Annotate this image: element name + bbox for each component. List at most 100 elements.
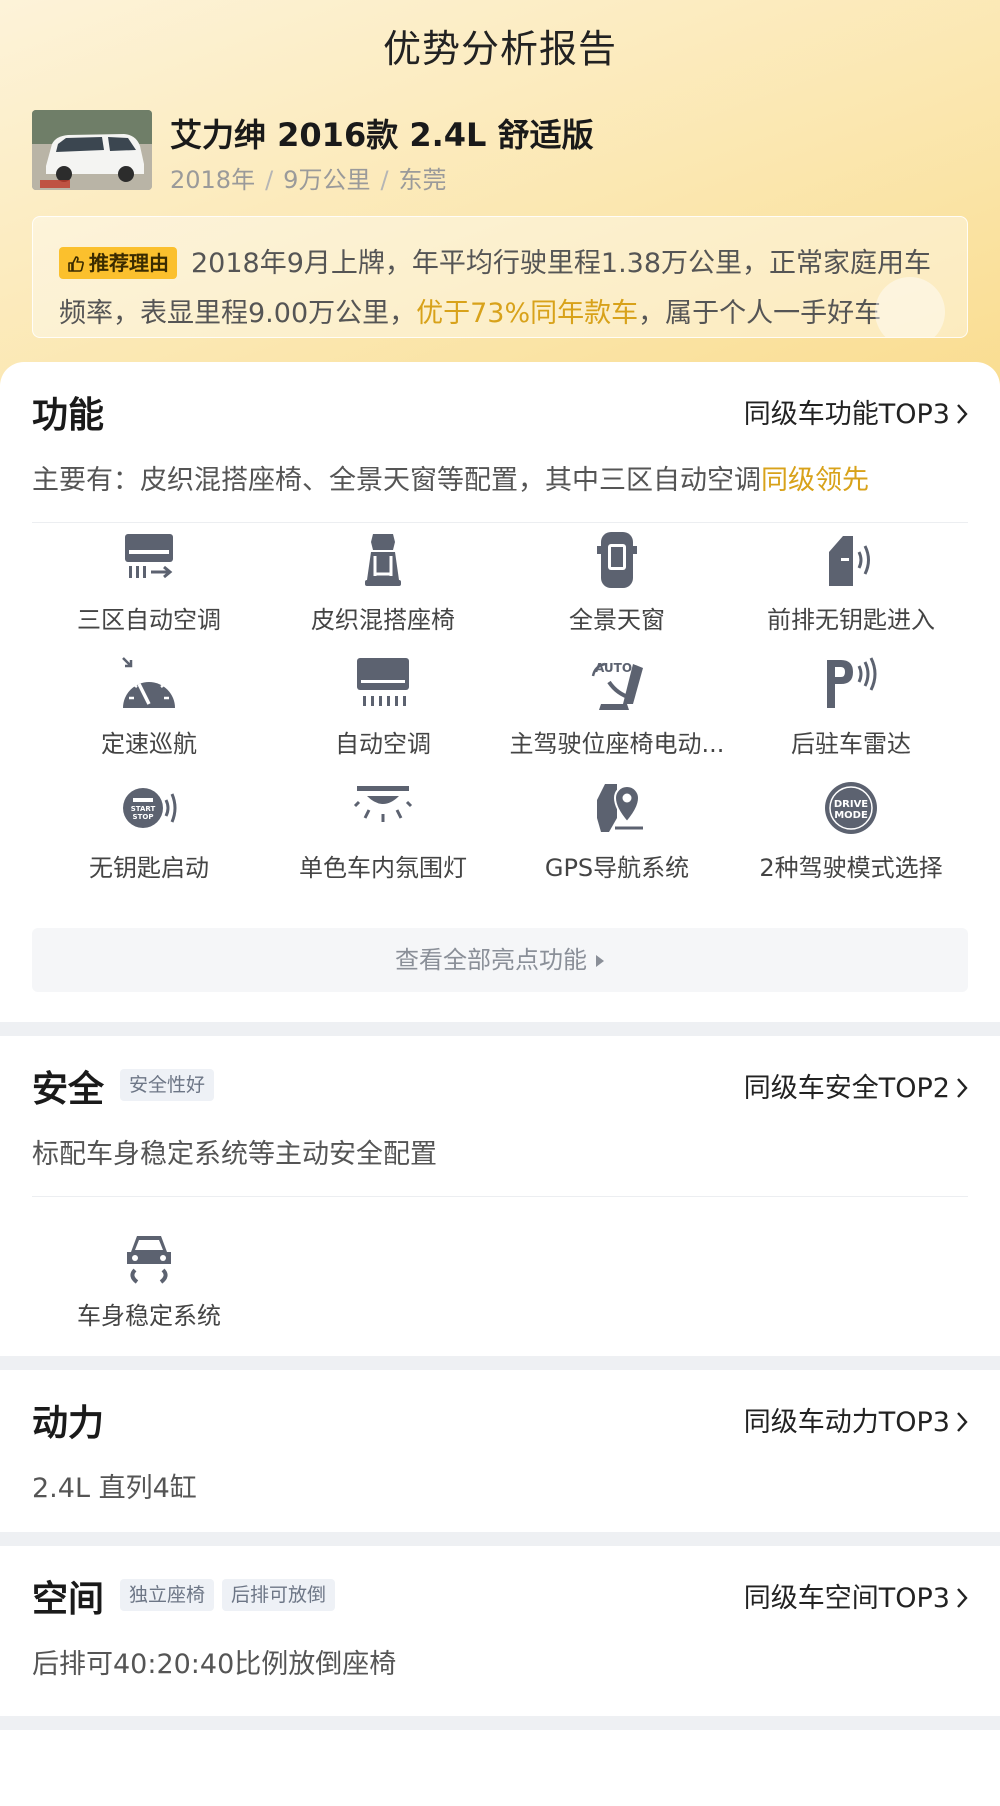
svg-text:MODE: MODE (834, 810, 868, 821)
car-mileage: 9万公里 (283, 166, 371, 194)
safety-tags: 安全性好 (120, 1069, 222, 1101)
safety-tag: 安全性好 (120, 1069, 215, 1101)
feature-label: 皮织混搭座椅 (311, 606, 455, 634)
feature-item[interactable]: DRIVE MODE 2种驾驶模式选择 (734, 778, 968, 890)
feature-item[interactable]: 后驻车雷达 (734, 654, 968, 766)
space-top-link[interactable]: 同级车空间TOP3 (744, 1576, 968, 1615)
function-desc-prefix: 主要有：皮织混搭座椅、全景天窗等配置，其中三区自动空调 (32, 465, 761, 496)
power-section: 动力 同级车动力TOP3 2.4L 直列4缸 (0, 1370, 1000, 1532)
reason-highlight: 优于73%同年款车 (416, 298, 639, 329)
view-all-features-button[interactable]: 查看全部亮点功能 (32, 928, 968, 992)
view-all-features-label: 查看全部亮点功能 (395, 946, 587, 974)
chevron-right-icon (957, 1588, 968, 1608)
safety-top-link[interactable]: 同级车安全TOP2 (744, 1066, 968, 1105)
auto-ac-icon (357, 658, 409, 706)
feature-label: 全景天窗 (569, 606, 665, 634)
header-hero: 优势分析报告 艾力绅 2016款 2.4L 舒适版 2018年/9万公里 / 东莞 … (0, 0, 1000, 420)
feature-item[interactable]: AUTO 主驾驶位座椅电动... (500, 654, 734, 766)
safety-header: 安全 安全性好 同级车安全TOP2 (32, 1060, 968, 1110)
cruise-control-icon (122, 657, 175, 708)
feature-item[interactable]: 定速巡航 (32, 654, 266, 766)
chevron-right-icon (957, 1412, 968, 1432)
power-top-link[interactable]: 同级车动力TOP3 (744, 1400, 968, 1439)
safety-title: 安全 (32, 1069, 105, 1110)
power-desc: 2.4L 直列4缸 (32, 1473, 197, 1504)
chevron-right-icon (957, 1078, 968, 1098)
space-desc: 后排可40:20:40比例放倒座椅 (32, 1649, 397, 1680)
reason-body-after: ，属于个人一手好车 (638, 298, 882, 329)
recommend-reason-tag: 推荐理由 (59, 247, 177, 279)
safety-top-link-label: 同级车安全TOP2 (743, 1073, 950, 1104)
meta-separator: / (380, 166, 389, 194)
meta-separator: / (265, 166, 274, 194)
gps-icon (597, 784, 643, 832)
feature-label: 主驾驶位座椅电动... (509, 730, 725, 758)
recommend-reason-box: 推荐理由 2018年9月上牌，年平均行驶里程1.38万公里，正常家庭用车频率，表显… (32, 216, 968, 338)
space-top-link-label: 同级车空间TOP3 (743, 1583, 950, 1614)
seat-icon (365, 534, 401, 586)
space-tags: 独立座椅 后排可放倒 (120, 1579, 343, 1611)
feature-item[interactable]: 车身稳定系统 (32, 1226, 266, 1338)
function-section: 功能 同级车功能TOP3 主要有：皮织混搭座椅、全景天窗等配置，其中三区自动空调… (0, 362, 1000, 1022)
power-header: 动力 同级车动力TOP3 (32, 1394, 968, 1444)
feature-item[interactable]: 单色车内氛围灯 (266, 778, 500, 890)
feature-label: 无钥匙启动 (89, 854, 209, 882)
power-title: 动力 (32, 1403, 105, 1444)
space-tag: 后排可放倒 (222, 1579, 336, 1611)
function-top-link-label: 同级车功能TOP3 (743, 399, 950, 430)
feature-label: GPS导航系统 (544, 854, 690, 882)
feature-label: 后驻车雷达 (791, 730, 911, 758)
bottom-spacer (0, 1730, 1000, 1806)
car-city: 东莞 (398, 166, 447, 194)
power-top-link-label: 同级车动力TOP3 (743, 1407, 950, 1438)
feature-item[interactable]: 前排无钥匙进入 (734, 530, 968, 642)
stability-control-icon (127, 1236, 171, 1284)
keyless-entry-icon (829, 536, 870, 586)
space-section: 空间 独立座椅 后排可放倒 同级车空间TOP3 后排可40:20:40比例放倒座椅 (0, 1546, 1000, 1716)
car-thumbnail (32, 110, 152, 190)
feature-label: 前排无钥匙进入 (767, 606, 935, 634)
recommend-reason-tag-label: 推荐理由 (89, 251, 169, 275)
feature-item[interactable]: 自动空调 (266, 654, 500, 766)
chevron-right-icon (957, 404, 968, 424)
feature-item[interactable]: 全景天窗 (500, 530, 734, 642)
feature-item[interactable]: START STOP 无钥匙启动 (32, 778, 266, 890)
divider (32, 1196, 968, 1197)
feature-label: 单色车内氛围灯 (299, 854, 467, 882)
space-title: 空间 (32, 1579, 105, 1620)
feature-label: 三区自动空调 (77, 606, 221, 634)
feature-label: 2种驾驶模式选择 (759, 854, 943, 882)
parking-radar-icon (827, 657, 877, 708)
svg-text:START: START (131, 805, 156, 813)
feature-item[interactable]: 三区自动空调 (32, 530, 266, 642)
svg-text:DRIVE: DRIVE (834, 799, 868, 810)
feature-label: 定速巡航 (101, 730, 197, 758)
sunroof-icon (597, 532, 637, 588)
car-year: 2018年 (170, 166, 256, 194)
power-seat-icon: AUTO (591, 661, 643, 710)
car-summary[interactable]: 艾力绅 2016款 2.4L 舒适版 2018年 / 9万公里 / 东莞 (32, 110, 968, 195)
divider (32, 522, 968, 523)
recommend-reason-text: 推荐理由 2018年9月上牌，年平均行驶里程1.38万公里，正常家庭用车频率，表显… (59, 239, 943, 337)
safety-desc: 标配车身稳定系统等主动安全配置 (32, 1139, 437, 1170)
feature-label: 车身稳定系统 (77, 1302, 221, 1330)
ambient-light-icon (353, 786, 413, 822)
feature-item[interactable]: 皮织混搭座椅 (266, 530, 500, 642)
function-title: 功能 (32, 395, 105, 436)
three-zone-ac-icon (125, 534, 173, 579)
function-desc: 主要有：皮织混搭座椅、全景天窗等配置，其中三区自动空调同级领先 (32, 458, 968, 497)
space-tag: 独立座椅 (120, 1579, 215, 1611)
safety-section: 安全 安全性好 同级车安全TOP2 标配车身稳定系统等主动安全配置 车身稳定系统 (0, 1036, 1000, 1356)
keyless-start-icon: STARTSTOP (123, 788, 177, 828)
page-title: 优势分析报告 (382, 27, 617, 71)
car-title: 艾力绅 2016款 2.4L 舒适版 (170, 116, 594, 154)
space-header: 空间 独立座椅 后排可放倒 同级车空间TOP3 (32, 1570, 968, 1620)
play-triangle-icon (596, 955, 604, 967)
feature-label: 自动空调 (335, 730, 431, 758)
function-top-link[interactable]: 同级车功能TOP3 (744, 392, 968, 431)
car-meta: 2018年 / 9万公里 / 东莞 (170, 160, 447, 195)
function-header: 功能 同级车功能TOP3 (32, 386, 968, 436)
svg-text:STOP: STOP (133, 813, 154, 821)
feature-item[interactable]: GPS导航系统 (500, 778, 734, 890)
svg-text:AUTO: AUTO (595, 661, 632, 675)
